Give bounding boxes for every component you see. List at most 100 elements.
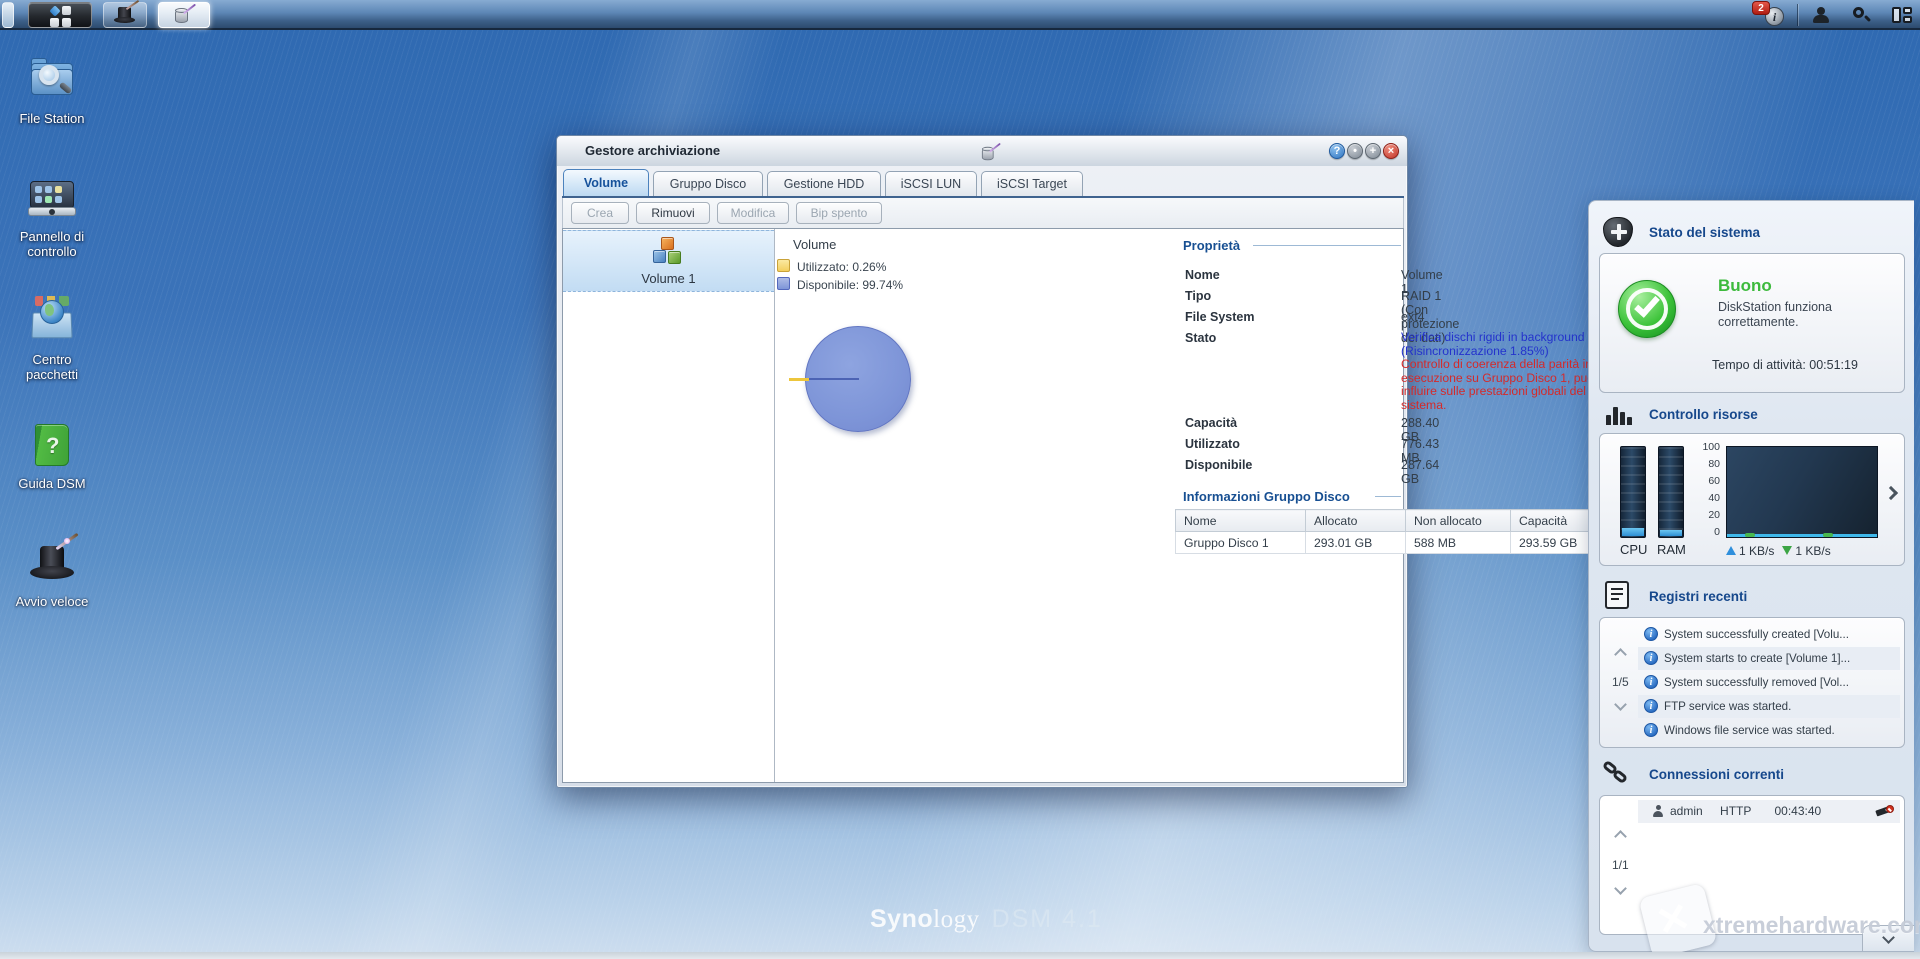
connection-user: admin [1670, 804, 1703, 818]
tab-gruppo-disco[interactable]: Gruppo Disco [653, 171, 763, 196]
connections-title: Connessioni correnti [1649, 767, 1784, 782]
brand-bold: Syno [870, 905, 933, 933]
log-row[interactable]: iSystem successfully removed [Vol... [1638, 671, 1900, 694]
info-icon: i [1644, 723, 1658, 737]
tab-strip: Volume Gruppo Disco Gestione HDD iSCSI L… [557, 166, 1407, 198]
sidebar-collapse-tab[interactable] [1862, 925, 1914, 951]
legend-used: Utilizzato: 0.26% [797, 260, 886, 274]
ytick-60: 60 [1696, 475, 1720, 487]
brand-serif: logy [933, 906, 979, 933]
connections-icon [1603, 759, 1633, 789]
dsm-help-icon: ? [27, 420, 77, 470]
prop-label-tipo: Tipo [1185, 289, 1211, 303]
beep-off-button[interactable]: Bip spento [796, 202, 882, 224]
resource-expand-chevron[interactable] [1884, 486, 1898, 500]
resource-monitor-title: Controllo risorse [1649, 407, 1758, 422]
cpu-label: CPU [1620, 542, 1647, 557]
widget-sidebar: Stato del sistema Buono DiskStation funz… [1588, 200, 1914, 952]
edit-button[interactable]: Modifica [717, 202, 789, 224]
legend-used-swatch [777, 259, 790, 272]
create-button[interactable]: Crea [571, 202, 629, 224]
desktop: i 2 File Station Pannello di controllo C… [0, 0, 1920, 959]
pilot-view-icon[interactable] [1892, 7, 1912, 23]
resource-monitor-icon [1603, 399, 1633, 429]
log-row[interactable]: iWindows file service was started. [1638, 719, 1900, 742]
desktop-icon-file-station[interactable]: File Station [6, 55, 98, 126]
info-icon: i [1644, 651, 1658, 665]
volume-list-item[interactable]: Volume 1 [563, 230, 774, 292]
taskbar-quickstart-button[interactable] [103, 2, 147, 28]
maximize-button[interactable]: + [1365, 143, 1381, 159]
ram-label: RAM [1657, 542, 1686, 557]
main-menu-icon [50, 6, 71, 27]
prop-value-disponibile: 287.64 GB [1401, 458, 1439, 486]
connections-empty-area [1638, 823, 1900, 931]
recent-logs-title: Registri recenti [1649, 589, 1747, 604]
minimize-button[interactable]: • [1347, 143, 1363, 159]
ram-gauge [1658, 446, 1684, 538]
prop-label-nome: Nome [1185, 268, 1220, 282]
status-description: DiskStation funziona correttamente. [1718, 300, 1878, 330]
tab-iscsi-target[interactable]: iSCSI Target [981, 171, 1083, 196]
download-arrow-icon [1782, 546, 1792, 555]
volume-detail: Volume Utilizzato: 0.26% Disponibile: 99… [775, 229, 1404, 782]
taskbar-tray: i 2 [1700, 0, 1920, 30]
log-row[interactable]: iSystem successfully created [Volu... [1638, 623, 1900, 646]
resource-monitor-box: CPU RAM 100 80 60 40 20 0 1 KB/s1 KB/s [1599, 433, 1905, 566]
tab-gestione-hdd[interactable]: Gestione HDD [767, 171, 881, 196]
taskbar-storage-manager-button[interactable] [158, 2, 210, 28]
window-icon [980, 145, 1000, 163]
disk-group-header-row: Nome Allocato Non allocato Capacità [1176, 510, 1603, 532]
desktop-icon-quick-start[interactable]: Avvio veloce [6, 538, 98, 609]
desktop-icon-dsm-help[interactable]: ? Guida DSM [6, 420, 98, 491]
properties-section-title: Proprietà [1183, 238, 1240, 253]
tab-volume[interactable]: Volume [563, 169, 649, 196]
desktop-icon-label: Centro pacchetti [6, 352, 98, 382]
prop-label-capacita: Capacità [1185, 416, 1237, 430]
remove-button[interactable]: Rimuovi [636, 202, 710, 224]
search-icon[interactable] [1852, 6, 1870, 24]
dsm-version: DSM 4.1 [992, 905, 1103, 933]
system-status-box: Buono DiskStation funziona correttamente… [1599, 253, 1905, 393]
connection-protocol: HTTP [1720, 804, 1751, 818]
tab-iscsi-lun[interactable]: iSCSI LUN [885, 171, 977, 196]
user-menu-icon[interactable] [1812, 7, 1830, 23]
prop-value-filesystem: ext4 [1401, 310, 1425, 324]
help-button[interactable]: ? [1329, 143, 1345, 159]
disconnect-icon[interactable] [1876, 805, 1894, 819]
show-desktop-button[interactable] [2, 2, 14, 28]
window-title: Gestore archiviazione [585, 143, 720, 158]
status-uptime: Tempo di attività: 00:51:19 [1712, 358, 1858, 372]
download-rate: 1 KB/s [1795, 544, 1830, 558]
desktop-icon-label: File Station [6, 111, 98, 126]
connection-row[interactable]: admin HTTP 00:43:40 [1638, 800, 1900, 823]
storage-manager-icon [173, 6, 195, 26]
file-station-icon [27, 55, 77, 105]
system-status-icon [1603, 217, 1633, 247]
ytick-40: 40 [1696, 492, 1720, 504]
log-row[interactable]: iFTP service was started. [1638, 695, 1900, 718]
log-row[interactable]: iSystem starts to create [Volume 1]... [1638, 647, 1900, 670]
prop-label-stato: Stato [1185, 331, 1216, 345]
window-titlebar[interactable]: Gestore archiviazione ? • + × [557, 136, 1407, 166]
quick-start-icon [27, 538, 77, 588]
upload-arrow-icon [1726, 546, 1736, 555]
status-ok-icon [1618, 280, 1676, 338]
window-content: Volume 1 Volume Utilizzato: 0.26% Dispon… [562, 228, 1404, 783]
logs-page-up[interactable] [1614, 648, 1627, 661]
recent-logs-icon [1605, 581, 1629, 609]
desktop-icon-label: Guida DSM [6, 476, 98, 491]
volume-list: Volume 1 [563, 229, 775, 782]
connections-page-down[interactable] [1614, 882, 1627, 895]
close-button[interactable]: × [1383, 143, 1399, 159]
main-menu-button[interactable] [28, 2, 92, 28]
connections-page-up[interactable] [1614, 830, 1627, 843]
desktop-icon-control-panel[interactable]: Pannello di controllo [6, 173, 98, 259]
disk-group-row[interactable]: Gruppo Disco 1 293.01 GB 588 MB 293.59 G… [1176, 532, 1603, 554]
desktop-icon-package-center[interactable]: Centro pacchetti [6, 296, 98, 382]
logs-page-down[interactable] [1614, 698, 1627, 711]
volume-item-label: Volume 1 [563, 271, 774, 286]
notification-badge: 2 [1752, 1, 1770, 15]
chart-title: Volume [793, 237, 836, 252]
ytick-0: 0 [1696, 526, 1720, 538]
